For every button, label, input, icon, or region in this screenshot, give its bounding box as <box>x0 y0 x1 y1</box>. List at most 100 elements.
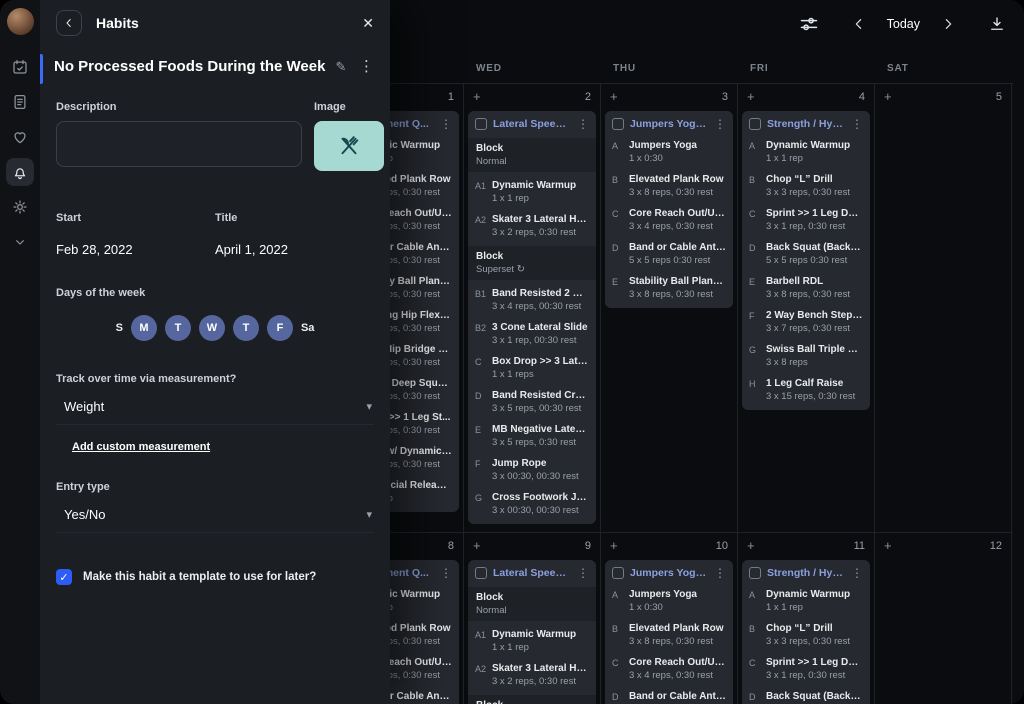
image-tile[interactable] <box>314 121 384 171</box>
day-pill-W[interactable]: W <box>199 315 225 341</box>
workout-card[interactable]: Lateral Speed / Plyo⋮BlockNormal A1Dynam… <box>468 560 596 704</box>
day-cell: +10Jumpers Yoga / Core⋮AJumpers Yoga1 x … <box>601 533 738 704</box>
add-custom-measurement-link[interactable]: Add custom measurement <box>72 441 210 453</box>
measurement-value: Weight <box>64 399 104 414</box>
exercise-item[interactable]: B23 Cone Lateral Slide3 x 1 rep, 00:30 r… <box>468 317 596 351</box>
day-pill-T[interactable]: T <box>165 315 191 341</box>
workout-checkbox[interactable] <box>612 118 624 130</box>
block-header: BlockNormal <box>468 138 596 172</box>
workout-menu-icon[interactable]: ⋮ <box>440 118 452 130</box>
workout-menu-icon[interactable]: ⋮ <box>714 567 726 579</box>
entry-type-select[interactable]: Yes/No ▾ <box>56 507 374 533</box>
workout-menu-icon[interactable]: ⋮ <box>851 118 863 130</box>
exercise-item[interactable]: FJump Rope3 x 00:30, 00:30 rest <box>468 453 596 487</box>
back-button[interactable] <box>56 10 82 36</box>
add-workout-button[interactable]: + <box>884 90 892 103</box>
add-workout-button[interactable]: + <box>747 539 755 552</box>
workout-checkbox[interactable] <box>749 118 761 130</box>
exercise-item[interactable]: ADynamic Warmup1 x 1 rep <box>742 584 870 618</box>
day-pill-M[interactable]: M <box>131 315 157 341</box>
nav-expand[interactable] <box>6 228 34 256</box>
edit-icon[interactable]: ✎ <box>335 59 346 75</box>
exercise-letter: B2 <box>475 322 492 333</box>
add-workout-button[interactable]: + <box>884 539 892 552</box>
exercise-item[interactable]: CSprint >> 1 Leg Decelerations3 x 1 rep,… <box>742 203 870 237</box>
nav-wellness[interactable] <box>6 123 34 151</box>
nav-documents[interactable] <box>6 88 34 116</box>
description-textarea[interactable] <box>56 121 302 167</box>
exercise-item[interactable]: BChop “L” Drill3 x 3 reps, 0:30 rest <box>742 169 870 203</box>
exercise-item[interactable]: EMB Negative Lateral Hop...3 x 5 reps, 0… <box>468 419 596 453</box>
workout-menu-icon[interactable]: ⋮ <box>577 118 589 130</box>
exercise-item[interactable]: EStability Ball Plank Linear ...3 x 8 re… <box>605 271 733 305</box>
date-label: 12 <box>990 540 1002 552</box>
nav-settings[interactable] <box>6 193 34 221</box>
add-workout-button[interactable]: + <box>473 90 481 103</box>
workout-checkbox[interactable] <box>475 567 487 579</box>
nav-notifications[interactable] <box>6 158 34 186</box>
exercise-item[interactable]: A2Skater 3 Lateral Hops >> ...3 x 2 reps… <box>468 209 596 243</box>
exercise-item[interactable]: AJumpers Yoga1 x 0:30 <box>605 584 733 618</box>
end-date-field[interactable]: April 1, 2022 <box>215 242 374 257</box>
habit-menu-icon[interactable]: ⋮ <box>359 59 374 74</box>
exercise-item[interactable]: BElevated Plank Row3 x 8 reps, 0:30 rest <box>605 618 733 652</box>
gear-icon <box>11 198 29 216</box>
exercise-item[interactable]: CBox Drop >> 3 Lateral H...1 x 1 reps <box>468 351 596 385</box>
exercise-item[interactable]: DBack Squat (Back Off Set)5 x 5 reps 0:3… <box>742 686 870 704</box>
measurement-select[interactable]: Weight ▾ <box>56 399 374 425</box>
workout-title: Strength / Hypertro... <box>767 118 845 130</box>
exercise-item[interactable]: A1Dynamic Warmup1 x 1 rep <box>468 175 596 209</box>
day-pill-Sa[interactable]: Sa <box>301 322 314 334</box>
workout-card[interactable]: Strength / Hypertro... ⋮ ADynamic Warmup1 … <box>742 111 870 410</box>
exercise-item[interactable]: DBand or Cable Anti Rotati...5 x 5 reps … <box>605 686 733 704</box>
start-date-field[interactable]: Feb 28, 2022 <box>56 242 215 257</box>
exercise-item[interactable]: A1Dynamic Warmup1 x 1 rep <box>468 624 596 658</box>
exercise-item[interactable]: DBand Resisted Crossover...3 x 5 reps, 0… <box>468 385 596 419</box>
exercise-item[interactable]: BChop “L” Drill3 x 3 reps, 0:30 rest <box>742 618 870 652</box>
exercise-item[interactable]: DBack Squat (Back Off Set)5 x 5 reps 0:3… <box>742 237 870 271</box>
exercise-item[interactable]: B1Band Resisted 2 Step Late...3 x 4 reps… <box>468 283 596 317</box>
workout-checkbox[interactable] <box>749 567 761 579</box>
exercise-item[interactable]: CSprint >> 1 Leg Decelerations3 x 1 rep,… <box>742 652 870 686</box>
add-workout-button[interactable]: + <box>473 539 481 552</box>
close-icon[interactable]: ✕ <box>362 16 374 30</box>
exercise-letter: D <box>749 691 766 702</box>
days-of-week: SMTWTFSa <box>56 315 374 341</box>
day-pill-F[interactable]: F <box>267 315 293 341</box>
workout-menu-icon[interactable]: ⋮ <box>851 567 863 579</box>
exercise-item[interactable]: EBarbell RDL3 x 8 reps, 0:30 rest <box>742 271 870 305</box>
workout-checkbox[interactable] <box>475 118 487 130</box>
exercise-item[interactable]: CCore Reach Out/Under3 x 4 reps, 0:30 re… <box>605 203 733 237</box>
exercise-item[interactable]: A2Skater 3 Lateral Hops >> ...3 x 2 reps… <box>468 658 596 692</box>
exercise-item[interactable]: DBand or Cable Anti Rotati...5 x 5 reps … <box>605 237 733 271</box>
exercise-item[interactable]: CCore Reach Out/Under3 x 4 reps, 0:30 re… <box>605 652 733 686</box>
template-label: Make this habit a template to use for la… <box>83 571 316 583</box>
workout-menu-icon[interactable]: ⋮ <box>714 118 726 130</box>
exercise-name: Elevated Plank Row <box>629 174 726 185</box>
exercise-item[interactable]: GSwiss Ball Triple Threat3 x 8 reps <box>742 339 870 373</box>
exercise-item[interactable]: BElevated Plank Row3 x 8 reps, 0:30 rest <box>605 169 733 203</box>
workout-card[interactable]: Jumpers Yoga / Core⋮AJumpers Yoga1 x 0:3… <box>605 560 733 704</box>
exercise-name: 1 Leg Calf Raise <box>766 378 863 389</box>
exercise-item[interactable]: AJumpers Yoga1 x 0:30 <box>605 135 733 169</box>
workout-card[interactable]: Lateral Speed / Plyo⋮BlockNormal A1Dynam… <box>468 111 596 524</box>
day-pill-T[interactable]: T <box>233 315 259 341</box>
exercise-letter: A1 <box>475 629 492 640</box>
user-avatar[interactable] <box>7 8 34 35</box>
exercise-item[interactable]: H1 Leg Calf Raise3 x 15 reps, 0:30 rest <box>742 373 870 407</box>
workout-menu-icon[interactable]: ⋮ <box>440 567 452 579</box>
day-pill-S[interactable]: S <box>116 322 123 334</box>
add-workout-button[interactable]: + <box>610 539 618 552</box>
workout-card[interactable]: Jumpers Yoga / Core⋮AJumpers Yoga1 x 0:3… <box>605 111 733 308</box>
workout-checkbox[interactable] <box>612 567 624 579</box>
template-checkbox[interactable]: ✓ <box>56 569 72 585</box>
exercise-item[interactable]: GCross Footwork Jump Rope3 x 00:30, 00:3… <box>468 487 596 521</box>
workout-menu-icon[interactable]: ⋮ <box>577 567 589 579</box>
exercise-item[interactable]: ADynamic Warmup1 x 1 rep <box>742 135 870 169</box>
exercise-letter: C <box>475 356 492 367</box>
nav-calendar[interactable] <box>6 53 34 81</box>
workout-card[interactable]: Strength / Hypertro...⋮ADynamic Warmup1 … <box>742 560 870 704</box>
add-workout-button[interactable]: + <box>610 90 618 103</box>
add-workout-button[interactable]: + <box>747 90 755 103</box>
exercise-item[interactable]: F2 Way Bench Step Up3 x 7 reps, 0:30 res… <box>742 305 870 339</box>
